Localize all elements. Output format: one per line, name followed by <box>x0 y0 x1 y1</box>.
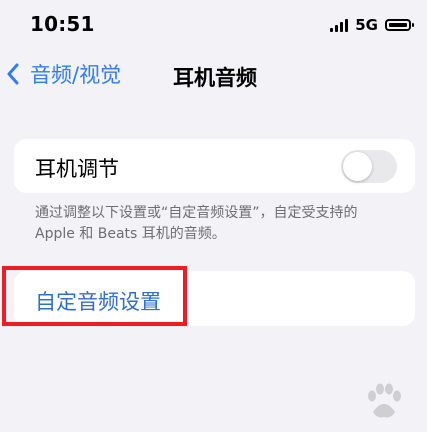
signal-icon <box>330 18 349 32</box>
section-footer-text: 通过调整以下设置或“自定音频设置”，自定受支持的 Apple 和 Beats 耳… <box>35 205 358 242</box>
chevron-left-icon <box>7 63 19 85</box>
highlight-annotation <box>2 266 187 326</box>
headphone-accommodations-toggle[interactable] <box>341 150 397 183</box>
status-bar: 10:51 5G <box>0 0 427 50</box>
paw-logo-icon <box>368 383 401 418</box>
status-indicators: 5G <box>330 16 414 34</box>
status-time: 10:51 <box>30 12 95 36</box>
navigation-bar: 音频/视觉 耳机音频 <box>0 52 427 96</box>
headphone-accommodations-row: 耳机调节 <box>14 139 415 193</box>
network-type: 5G <box>355 16 378 34</box>
page-title: 耳机音频 <box>173 66 257 90</box>
toggle-knob <box>343 152 372 181</box>
watermark <box>363 382 405 422</box>
back-label: 音频/视觉 <box>30 63 122 87</box>
back-button[interactable]: 音频/视觉 <box>6 58 121 90</box>
headphone-accommodations-label: 耳机调节 <box>35 157 119 181</box>
battery-icon <box>385 19 414 31</box>
